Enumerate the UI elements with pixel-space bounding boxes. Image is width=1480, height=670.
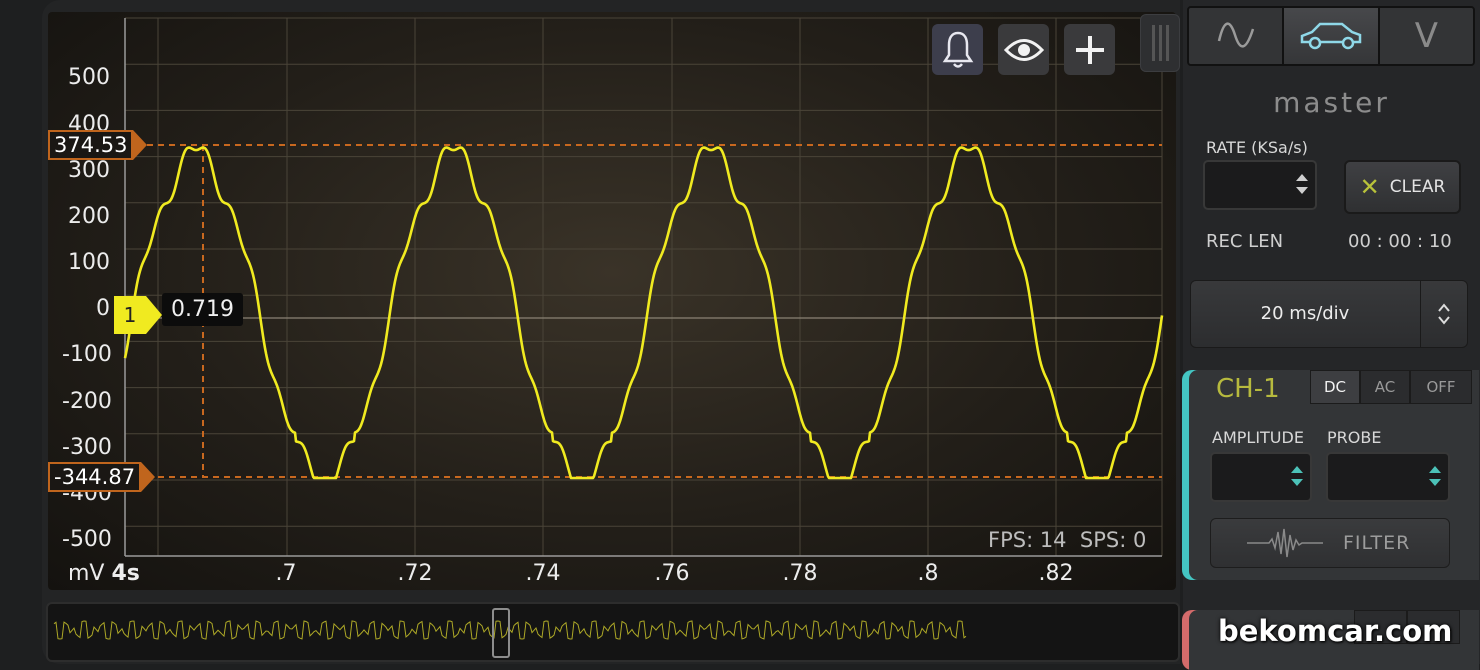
fps-label: FPS: 14 — [988, 528, 1067, 552]
timebase-badge: 4s — [111, 561, 140, 586]
axis-unit: mV 4s — [68, 561, 140, 586]
plus-icon — [1075, 35, 1104, 64]
clear-button[interactable]: ✕ CLEAR — [1344, 160, 1461, 214]
y-tick-label: 100 — [68, 250, 110, 275]
x-tick-label: .7 — [275, 561, 297, 586]
rec-len-label: REC LEN — [1206, 231, 1284, 252]
mode-tabs: V — [1187, 6, 1475, 66]
stepper-arrows-icon — [1296, 174, 1308, 194]
add-button[interactable] — [1064, 24, 1115, 75]
y-tick-label: 200 — [68, 204, 110, 229]
time-div-value: 20 ms/div — [1260, 303, 1350, 324]
rate-label: RATE (KSa/s) — [1206, 138, 1308, 157]
tab-automotive[interactable] — [1284, 8, 1380, 64]
tab-waveform[interactable] — [1189, 8, 1285, 64]
time-div-selector[interactable]: 20 ms/div — [1190, 280, 1468, 348]
stepper-arrows-icon — [1429, 466, 1441, 486]
x-tick-label: .8 — [917, 561, 939, 586]
probe-label: PROBE — [1327, 428, 1382, 447]
channel-1-trace — [123, 146, 1164, 480]
bell-icon — [942, 31, 973, 68]
filter-label: FILTER — [1343, 532, 1411, 554]
updown-chevron-icon — [1438, 303, 1450, 325]
amplitude-label: AMPLITUDE — [1212, 428, 1304, 447]
y-tick-label: -300 — [62, 435, 112, 460]
eye-icon — [1003, 38, 1044, 61]
filter-button[interactable]: FILTER — [1210, 518, 1450, 568]
sps-label: SPS: 0 — [1079, 528, 1147, 552]
overview-scroll-knob[interactable] — [492, 608, 510, 658]
view-button[interactable] — [998, 24, 1049, 75]
cursor-upper-value: 374.53 — [48, 130, 134, 160]
coupling-off[interactable]: OFF — [1410, 370, 1472, 404]
probe-stepper[interactable] — [1326, 452, 1450, 502]
channel-1-title: CH-1 — [1216, 374, 1280, 404]
unit-label: mV — [68, 561, 105, 586]
grid — [124, 17, 1163, 556]
cursor-upper-tag[interactable]: 374.53 — [48, 130, 148, 160]
coupling-dc[interactable]: DC — [1310, 370, 1360, 404]
coupling-ac[interactable]: AC — [1360, 370, 1410, 404]
cursor-lower-tag[interactable]: -344.87 — [48, 462, 156, 492]
car-icon — [1300, 22, 1362, 50]
coupling-selector: DC AC OFF — [1310, 370, 1472, 404]
x-tick-label: .78 — [782, 561, 818, 586]
cursor-lower-value: -344.87 — [48, 462, 142, 492]
tab-voltage[interactable]: V — [1379, 8, 1473, 64]
sine-wave-icon — [1217, 22, 1254, 48]
alert-button[interactable] — [932, 24, 983, 75]
x-tick-label: .72 — [397, 561, 433, 586]
fps-readout: FPS: 14 SPS: 0 — [988, 528, 1146, 552]
tab-voltage-label: V — [1414, 16, 1438, 56]
filter-wave-icon — [1247, 528, 1323, 558]
x-tick-label: .74 — [525, 561, 561, 586]
cursor-readout: 0.719 — [162, 293, 243, 326]
y-tick-label: 300 — [68, 158, 110, 183]
channel-1-marker[interactable]: 1 — [114, 296, 162, 334]
y-tick-label: 0 — [96, 296, 110, 321]
clear-label: CLEAR — [1389, 177, 1446, 197]
y-tick-label: -500 — [62, 527, 112, 552]
clear-x-icon: ✕ — [1359, 173, 1380, 201]
y-tick-label: 500 — [68, 65, 110, 90]
rec-len-value: 00 : 00 : 10 — [1348, 231, 1452, 252]
panel-drag-handle[interactable] — [1140, 14, 1180, 72]
watermark: bekomcar.com — [1218, 614, 1453, 648]
channel-marker-label: 1 — [114, 296, 146, 334]
x-tick-label: .76 — [654, 561, 690, 586]
y-tick-label: -100 — [62, 342, 112, 367]
rate-stepper[interactable] — [1203, 160, 1317, 210]
waveform-overview[interactable] — [46, 602, 1180, 662]
panel-title: master — [1273, 86, 1390, 119]
overview-trace — [53, 620, 967, 640]
amplitude-stepper[interactable] — [1210, 452, 1312, 502]
y-tick-label: -200 — [62, 389, 112, 414]
stepper-arrows-icon — [1291, 466, 1303, 486]
x-tick-label: .82 — [1038, 561, 1074, 586]
